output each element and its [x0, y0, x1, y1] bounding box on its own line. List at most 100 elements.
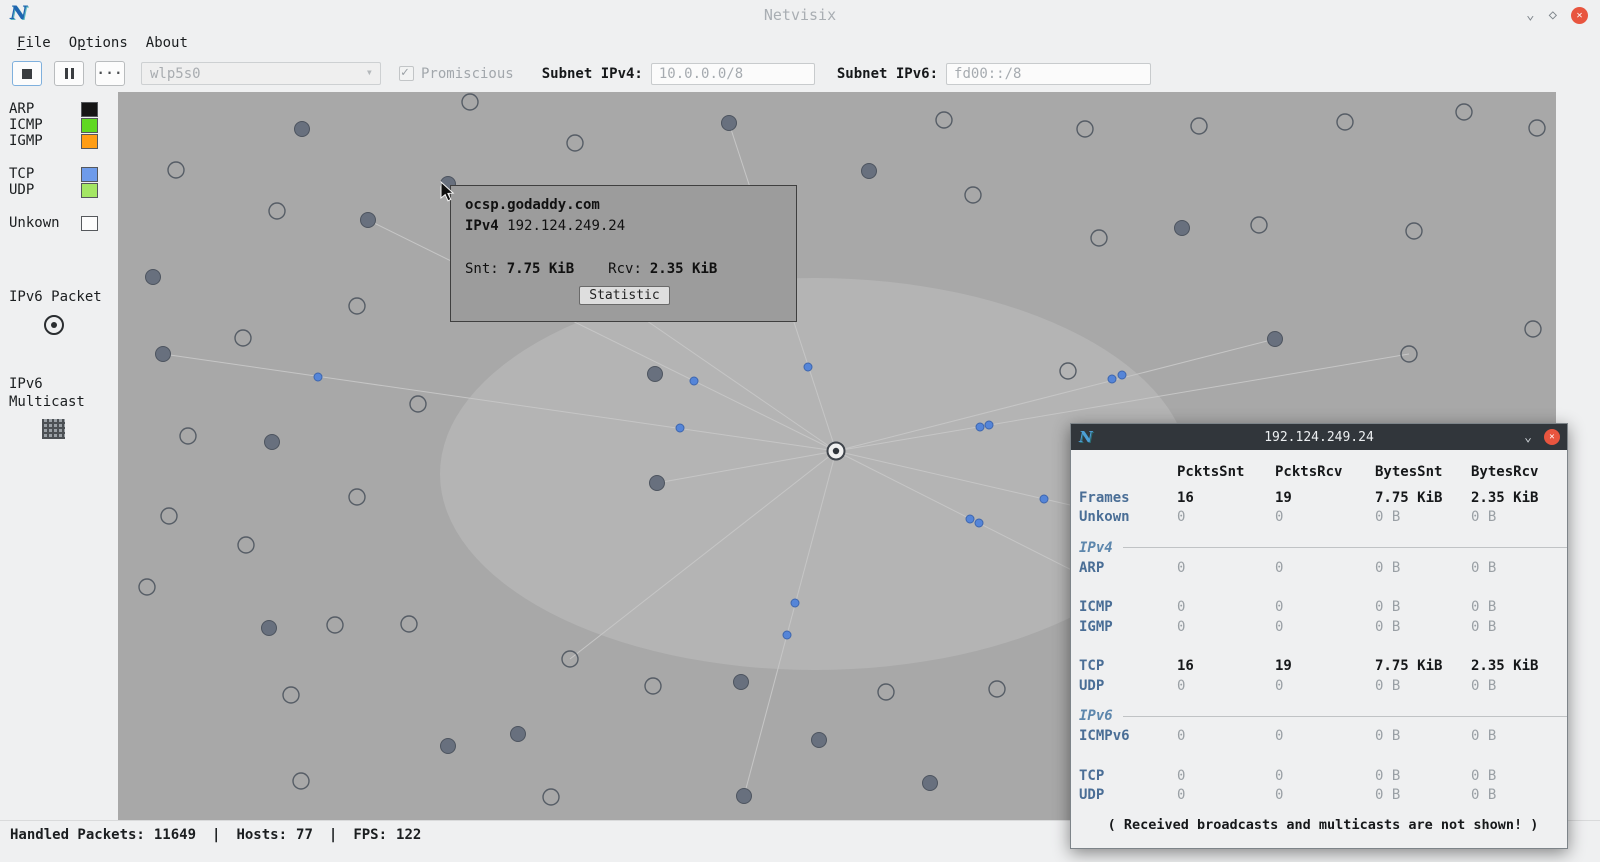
host-node[interactable]	[1251, 217, 1267, 233]
host-node[interactable]	[180, 428, 196, 444]
packet-dot	[791, 599, 799, 607]
pause-capture-button[interactable]	[54, 61, 84, 86]
host-node[interactable]	[1191, 118, 1207, 134]
host-node[interactable]	[401, 616, 417, 632]
host-node[interactable]	[650, 476, 665, 491]
host-node[interactable]	[1077, 121, 1093, 137]
statistics-window: N 192.124.249.24 ⌄ ✕ PcktsSnt PcktsRcv B…	[1070, 423, 1568, 849]
host-node[interactable]	[146, 270, 161, 285]
legend-item-unknown: Unkown	[0, 215, 118, 231]
host-node[interactable]	[812, 733, 827, 748]
packet-dot	[985, 421, 993, 429]
legend-swatch-icmp	[81, 118, 98, 133]
mouse-cursor-icon	[440, 181, 458, 203]
menu-bar: FileOptionsAbout	[0, 30, 1600, 55]
host-node[interactable]	[965, 187, 981, 203]
menu-item-file[interactable]: File	[8, 33, 60, 53]
host-node[interactable]	[269, 203, 285, 219]
host-tooltip: ocsp.godaddy.com IPv4 192.124.249.24 Snt…	[450, 185, 797, 322]
interface-select-value: wlp5s0	[150, 66, 201, 82]
stats-row-icmp: ICMP000 B0 B	[1079, 598, 1567, 618]
minimize-icon[interactable]: ⌄	[1526, 8, 1534, 22]
host-node[interactable]	[1406, 223, 1422, 239]
statistic-button[interactable]: Statistic	[579, 286, 669, 305]
statistics-titlebar[interactable]: N 192.124.249.24 ⌄ ✕	[1071, 424, 1567, 450]
packet-dot	[976, 423, 984, 431]
col-bytessnt: BytesSnt	[1375, 464, 1471, 480]
minimize-icon[interactable]: ⌄	[1524, 431, 1532, 444]
host-node[interactable]	[1337, 114, 1353, 130]
host-node[interactable]	[361, 213, 376, 228]
host-node[interactable]	[410, 396, 426, 412]
menu-item-options[interactable]: Options	[60, 33, 137, 53]
host-node[interactable]	[283, 687, 299, 703]
toolbar: ... wlp5s0 ▾ Promiscious Subnet IPv4: Su…	[0, 55, 1600, 92]
stats-row-tcp: TCP16197.75 KiB2.35 KiB	[1079, 657, 1567, 677]
host-node[interactable]	[161, 508, 177, 524]
host-node[interactable]	[511, 727, 526, 742]
host-node[interactable]	[1456, 104, 1472, 120]
host-node[interactable]	[262, 621, 277, 636]
host-node[interactable]	[235, 330, 251, 346]
statistics-window-title: 192.124.249.24	[1071, 430, 1567, 445]
host-node[interactable]	[1525, 321, 1541, 337]
legend-item-udp: UDP	[0, 182, 118, 198]
legend-swatch-udp	[81, 183, 98, 198]
packet-dot	[1118, 371, 1126, 379]
host-node[interactable]	[265, 435, 280, 450]
maximize-icon[interactable]: ◇	[1549, 8, 1557, 22]
interface-select[interactable]: wlp5s0 ▾	[141, 62, 381, 85]
host-node[interactable]	[1268, 332, 1283, 347]
pause-icon	[71, 68, 74, 79]
host-node[interactable]	[156, 347, 171, 362]
more-options-button[interactable]: ...	[95, 61, 125, 86]
host-node[interactable]	[1175, 221, 1190, 236]
stats-row-udp: UDP000 B0 B	[1079, 676, 1567, 696]
host-node[interactable]	[349, 298, 365, 314]
host-node[interactable]	[139, 579, 155, 595]
host-node[interactable]	[168, 162, 184, 178]
host-node[interactable]	[349, 489, 365, 505]
host-node[interactable]	[722, 116, 737, 131]
host-node[interactable]	[645, 678, 661, 694]
host-node[interactable]	[936, 112, 952, 128]
host-node[interactable]	[862, 164, 877, 179]
legend-swatch-unknown	[81, 216, 98, 231]
host-node[interactable]	[295, 122, 310, 137]
host-node[interactable]	[327, 617, 343, 633]
protocol-section-ipv6: IPv6	[1079, 706, 1567, 727]
host-node[interactable]	[567, 135, 583, 151]
host-node[interactable]	[238, 537, 254, 553]
subnet-ipv6-input[interactable]	[946, 63, 1151, 85]
host-node[interactable]	[293, 773, 309, 789]
tooltip-snt-label: Snt:	[465, 261, 499, 277]
stop-icon	[22, 69, 32, 79]
packet-dot	[1040, 495, 1048, 503]
table-spacer	[1079, 578, 1567, 598]
promiscuous-checkbox[interactable]	[399, 66, 414, 81]
host-node[interactable]	[462, 94, 478, 110]
handled-packets-label: Handled Packets:	[10, 827, 145, 843]
tooltip-stats-row: Snt:7.75 KiBRcv:2.35 KiB	[465, 261, 784, 277]
window-title: Netvisix	[0, 6, 1600, 24]
legend-label: UDP	[9, 182, 34, 198]
menu-item-about[interactable]: About	[137, 33, 197, 53]
host-node[interactable]	[1529, 120, 1545, 136]
host-node[interactable]	[989, 681, 1005, 697]
close-icon[interactable]: ✕	[1571, 7, 1588, 24]
stop-capture-button[interactable]	[12, 61, 42, 86]
host-node[interactable]	[737, 789, 752, 804]
tooltip-ip-label: IPv4	[465, 218, 499, 234]
host-node[interactable]	[543, 789, 559, 805]
host-node[interactable]	[1091, 230, 1107, 246]
host-node[interactable]	[648, 367, 663, 382]
close-icon[interactable]: ✕	[1544, 429, 1560, 445]
host-node[interactable]	[878, 684, 894, 700]
col-pcktsrcv: PcktsRcv	[1275, 464, 1375, 480]
protocol-section-ipv4: IPv4	[1079, 537, 1567, 558]
host-node[interactable]	[734, 675, 749, 690]
subnet-ipv4-input[interactable]	[651, 63, 815, 85]
host-node[interactable]	[923, 776, 938, 791]
main-titlebar: N Netvisix ⌄ ◇ ✕	[0, 0, 1600, 30]
host-node[interactable]	[441, 739, 456, 754]
